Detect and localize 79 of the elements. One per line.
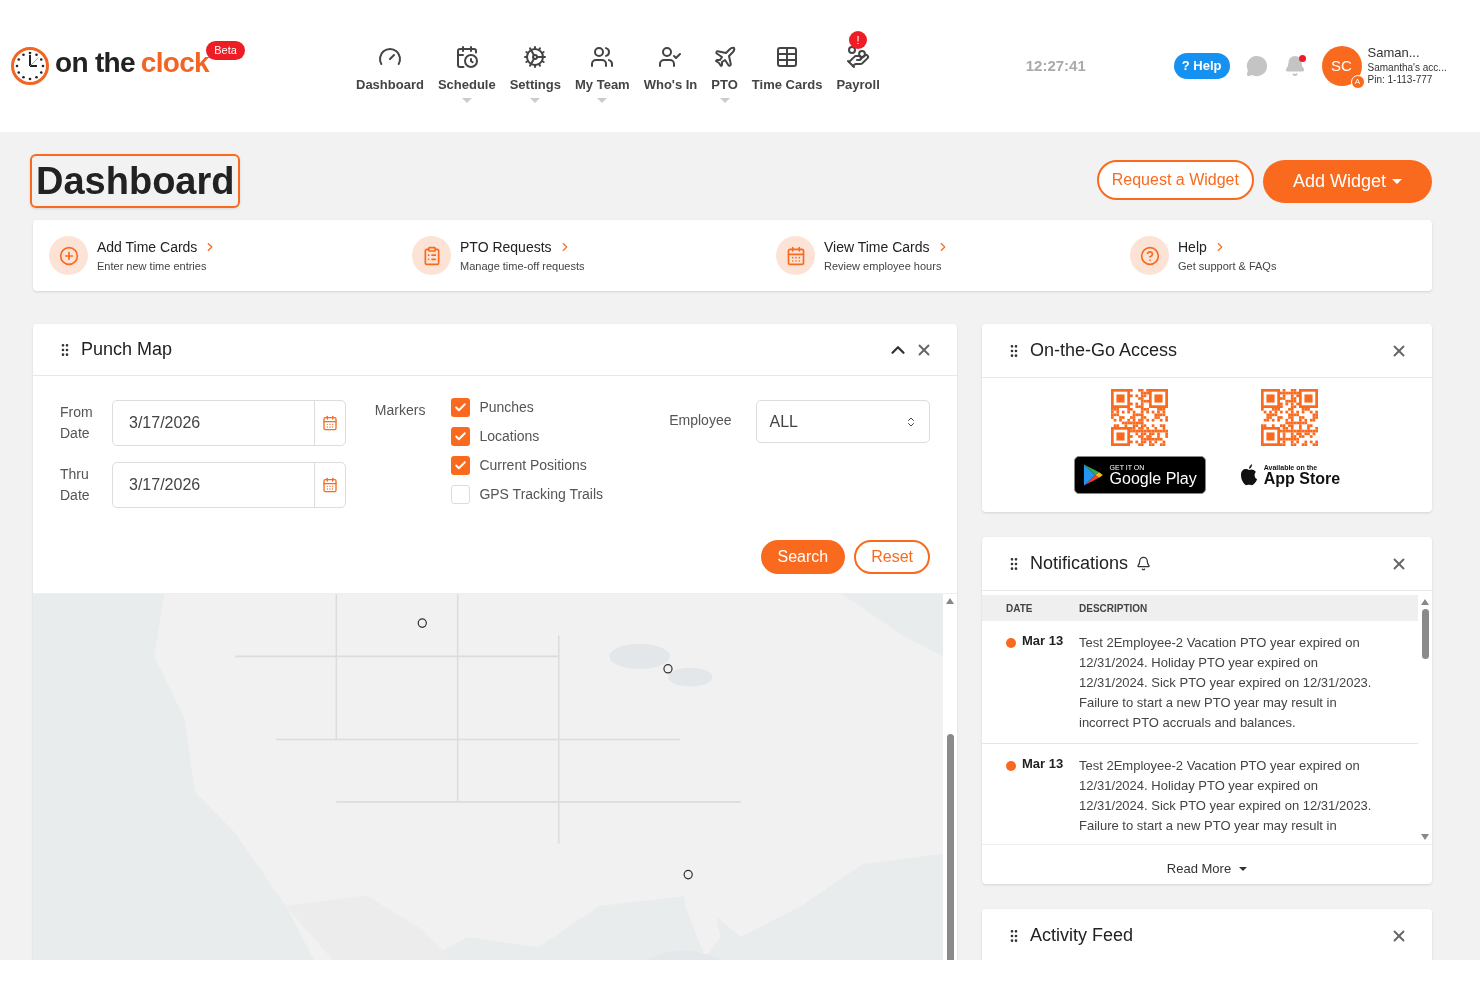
- checkbox[interactable]: [451, 485, 471, 505]
- checkbox-label: Locations: [479, 427, 540, 447]
- scrollbar-thumb[interactable]: [1421, 609, 1429, 659]
- nav-item[interactable]: Schedule: [431, 45, 502, 95]
- logo-text: on the: [55, 49, 135, 77]
- checkbox[interactable]: [451, 427, 471, 447]
- card-title: Activity Feed: [1030, 924, 1134, 947]
- nav-item[interactable]: Who's In: [637, 45, 704, 95]
- link-title: Help: [1178, 237, 1207, 257]
- nav-item[interactable]: Time Cards: [745, 45, 829, 95]
- sort-arrows-icon: [905, 415, 917, 428]
- link-subtitle: Get support & FAQs: [1178, 258, 1277, 274]
- question-circle-icon: [1139, 245, 1160, 266]
- bell-icon[interactable]: [1283, 55, 1306, 77]
- caret-icon: [1239, 866, 1248, 871]
- link-title: Add Time Cards: [97, 237, 198, 257]
- scrollbar-thumb[interactable]: [946, 734, 954, 960]
- calendar-icon[interactable]: [322, 477, 338, 494]
- badge-title: App Store: [1263, 470, 1341, 487]
- read-more-button[interactable]: Read More: [1166, 859, 1248, 879]
- airplane-icon: [712, 45, 737, 70]
- employee-select[interactable]: ALL: [756, 400, 930, 444]
- hand-coins-icon: [846, 45, 871, 70]
- link-subtitle: Enter new time entries: [97, 258, 208, 274]
- notification-date: Mar 13: [1022, 755, 1064, 773]
- notification-date: Mar 13: [1022, 632, 1064, 650]
- date-field[interactable]: 3/17/2026: [112, 462, 346, 509]
- column-header: DATE: [1005, 601, 1034, 616]
- nav-item[interactable]: Dashboard: [350, 45, 430, 95]
- card-title: Punch Map: [81, 338, 173, 362]
- quick-link[interactable]: Add Time Cards Enter new time entries: [49, 236, 412, 275]
- page-title: Dashboard: [30, 154, 241, 208]
- checkbox[interactable]: [451, 456, 471, 476]
- date-field[interactable]: 3/17/2026: [112, 400, 346, 447]
- link-subtitle: Manage time-off requests: [460, 258, 585, 274]
- card-title: Notifications: [1030, 552, 1129, 575]
- card-title: On-the-Go Access: [1030, 339, 1178, 362]
- play-triangle-icon: [1082, 463, 1104, 487]
- notification-text: Test 2Employee-2 Vacation PTO year expired on 12/31/2024. Holiday PTO year expired on 12/31/2024. Sick PTO year expired on 12/31/2023. Failure to start a new PTO year may result in: [1079, 757, 1373, 835]
- link-title: PTO Requests: [460, 237, 552, 257]
- calendar-icon: [785, 245, 806, 266]
- caret-icon: [1392, 178, 1402, 184]
- qr-code: [1261, 389, 1319, 446]
- quick-link[interactable]: Help Get support & FAQs: [1130, 236, 1416, 275]
- nav-item[interactable]: Settings: [503, 45, 567, 95]
- person-check-icon: [658, 45, 683, 70]
- plus-circle-icon: [58, 245, 79, 266]
- checkbox-label: Punches: [479, 398, 534, 418]
- checkbox-label: Current Positions: [479, 456, 587, 476]
- pin-text: Pin: 1-113-777: [1367, 74, 1434, 87]
- link-title: View Time Cards: [824, 237, 930, 257]
- clock-time: 12:27:41: [1025, 55, 1086, 76]
- scroll-down-icon[interactable]: [1421, 834, 1429, 840]
- calendar-clock-icon: [454, 45, 479, 70]
- account-name: Samantha's acc...: [1367, 61, 1447, 75]
- clock-logo-icon: [10, 46, 50, 86]
- scroll-up-icon[interactable]: [946, 598, 954, 604]
- alert-badge: !: [849, 31, 868, 50]
- nav-item[interactable]: My Team: [569, 45, 636, 95]
- user-name: Saman...: [1367, 45, 1421, 62]
- apple-icon: [1239, 464, 1258, 486]
- date-label: Thru Date: [60, 465, 91, 506]
- column-header: DESCRIPTION: [1079, 601, 1148, 616]
- checkbox[interactable]: [451, 398, 471, 418]
- notification-text: Test 2Employee-2 Vacation PTO year expired on 12/31/2024. Holiday PTO year expired on 12/31/2024. Sick PTO year expired on 12/31/2023. Failure to start a new PTO year may result in incorrect PTO accruals and balances.: [1079, 634, 1373, 732]
- markers-label: Markers: [374, 401, 426, 421]
- quick-link[interactable]: PTO Requests Manage time-off requests: [412, 236, 776, 275]
- qr-code: [1111, 389, 1169, 446]
- calendar-icon[interactable]: [322, 415, 338, 432]
- bell-icon: [1136, 556, 1152, 571]
- quick-link[interactable]: View Time Cards Review employee hours: [776, 236, 1130, 275]
- employee-label: Employee: [669, 411, 732, 431]
- date-label: From Date: [60, 403, 94, 444]
- badge-title: Google Play: [1109, 470, 1197, 487]
- link-subtitle: Review employee hours: [824, 258, 943, 274]
- nav-item[interactable]: PTO: [705, 45, 744, 95]
- people-icon: [590, 45, 615, 70]
- table-icon: [775, 45, 800, 70]
- checkbox-label: GPS Tracking Trails: [479, 485, 604, 505]
